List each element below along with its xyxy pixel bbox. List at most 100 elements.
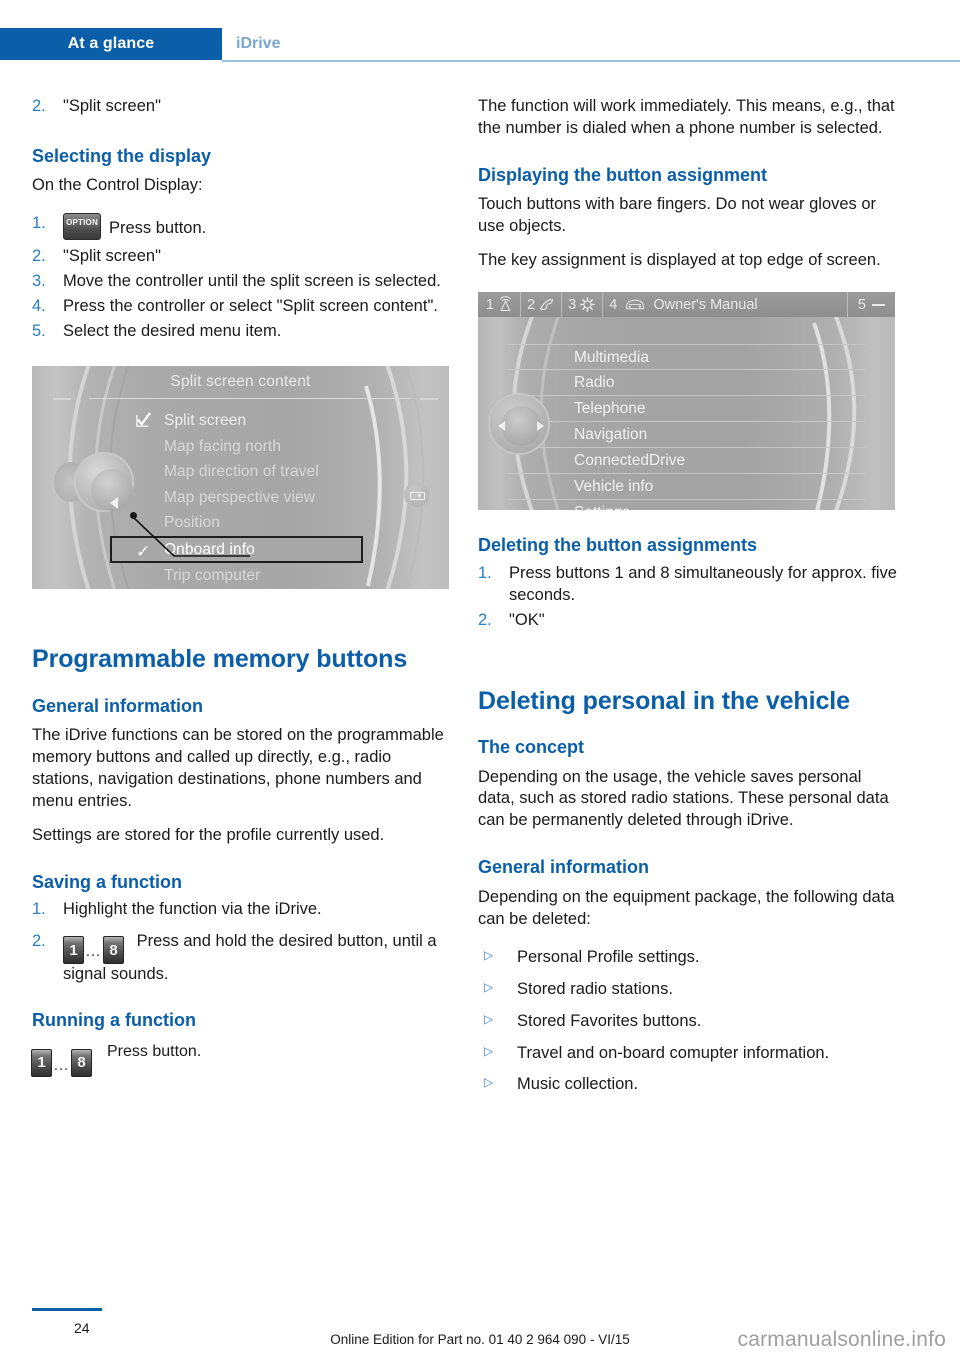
screen-title-divider (89, 398, 411, 400)
arrow-left-icon (498, 421, 505, 432)
tab-number: 5 (857, 296, 866, 313)
tab-number: 4 (609, 296, 618, 313)
site-watermark: carmanualsonline.info (737, 1328, 946, 1351)
memory-button-8-label: 8 (109, 941, 118, 959)
list-item[interactable]: Split screen (136, 408, 396, 434)
screen-body: Multimedia Radio Telephone Navigation Co… (478, 317, 895, 511)
right-column: The function will work immediately. This… (478, 96, 898, 1106)
assignment-tab-2[interactable]: 2 (521, 292, 563, 318)
step-text: Press button. (109, 219, 207, 238)
page-header: At a glance iDrive (0, 28, 960, 62)
knob-inner-disc (91, 469, 133, 512)
step-number: 4. (32, 297, 46, 316)
heading-deleting-personal-in-the-vehicle: Deleting personal in the vehicle (478, 686, 850, 715)
tab-number: 3 (568, 296, 577, 313)
menu-item-label: Map direction of travel (164, 463, 319, 481)
assignment-tab-3[interactable]: 3 (562, 292, 604, 318)
list-item[interactable]: Multimedia (508, 344, 865, 371)
bullet-text: Personal Profile settings. (517, 947, 700, 966)
gear-icon (580, 297, 596, 313)
step-number: 2. (478, 610, 492, 629)
list-item: 2. 1… 8 Press and hold the desired button… (32, 931, 452, 986)
memory-button-8-icon: 8 (103, 935, 124, 964)
list-item: ▷ Personal Profile settings. (478, 947, 898, 969)
list-item[interactable]: Navigation (508, 422, 865, 449)
header-divider (222, 60, 960, 62)
step-text: Move the controller until the split scre… (63, 272, 441, 291)
screenshot-split-screen-content: Split screen content Split screen Map fa… (32, 366, 449, 590)
list-item: ▷ Travel and on-board comupter informatio… (478, 1043, 898, 1065)
breadcrumb-section: iDrive (236, 35, 281, 52)
concept-paragraph: Depending on the usage, the vehicle save… (478, 767, 889, 830)
selecting-display-steps: 1. OPTION Press button. 2. "Split screen… (32, 213, 452, 343)
assignment-tab-5[interactable]: 5 (848, 292, 895, 317)
list-item[interactable]: Map facing north (136, 434, 396, 460)
bullet-text: Music collection. (517, 1075, 639, 1094)
ellipsis: … (85, 942, 102, 960)
menu-item-label: Map facing north (164, 437, 282, 455)
triangle-bullet-icon: ▷ (484, 1075, 494, 1090)
radio-waves-icon (500, 296, 512, 312)
memory-button-1-icon: 1 (63, 935, 84, 964)
running-function-text: Press button. (107, 1043, 202, 1061)
list-item[interactable]: Settings (508, 500, 865, 510)
list-item[interactable]: Map direction of travel (136, 459, 396, 485)
list-item: ▷ Stored Favorites buttons. (478, 1011, 898, 1033)
step-number: 1. (478, 563, 492, 582)
heading-general-information-2: General information (478, 857, 650, 878)
car-front-icon (626, 299, 645, 310)
minus-icon (872, 303, 885, 306)
list-item[interactable]: Radio (508, 370, 865, 397)
general-info-paragraph-1: The iDrive functions can be stored on th… (32, 726, 444, 810)
deletable-data-list: ▷ Personal Profile settings. ▷ Stored radi… (478, 947, 898, 1097)
split-screen-menu-list: Split screen Map facing north Map direct… (110, 408, 396, 589)
step-number: 1. (32, 214, 46, 233)
memory-button-8-label: 8 (77, 1054, 86, 1072)
intro-text: On the Control Display: (32, 176, 203, 195)
memory-button-range-icon: 1 … 8 (31, 1049, 92, 1078)
owners-manual-list: Multimedia Radio Telephone Navigation Co… (508, 344, 865, 510)
heading-general-information: General information (32, 695, 204, 716)
memory-button-8-icon: 8 (71, 1049, 92, 1078)
controller-knob-illustration (54, 446, 140, 518)
screen-title: Split screen content (170, 373, 311, 391)
triangle-bullet-icon: ▷ (484, 1011, 494, 1026)
list-item[interactable]: ConnectedDrive (508, 448, 865, 475)
tab-number: 2 (527, 296, 536, 313)
assignment-tab-4-label: Owner's Manual (653, 296, 758, 313)
list-item: 2. "OK" (478, 610, 898, 632)
list-item: 1. OPTION Press button. (32, 213, 452, 241)
breadcrumb-chapter: At a glance (0, 28, 222, 60)
function-paragraph: The function will work immediately. This… (478, 97, 895, 137)
screen-tick-left (53, 398, 71, 401)
step-text: "OK" (509, 610, 545, 629)
heading-deleting-the-button-assignments: Deleting the button assignments (478, 535, 758, 556)
assignment-tab-4[interactable]: 4 Owner's Manual (603, 292, 848, 318)
knob-outer-ring (488, 393, 550, 456)
left-column: 2. "Split screen" Selecting the display … (31, 96, 452, 1083)
bullet-text: Travel and on-board comupter information… (517, 1043, 830, 1062)
menu-item-label: Map perspective view (164, 488, 316, 506)
footer-rule (32, 1308, 102, 1311)
screen-side-button-icon (404, 482, 430, 509)
bullet-text: Stored Favorites buttons. (517, 1011, 702, 1030)
step-number: 2. (32, 97, 46, 115)
button-assignment-bar: 1 2 3 4 Owner's Manual 5 (478, 292, 895, 318)
checkbox-checked-icon (136, 412, 151, 427)
step-number: 2. (32, 247, 46, 266)
knob-inner-disc (501, 406, 541, 447)
heading-saving-a-function: Saving a function (32, 871, 183, 892)
list-item[interactable]: Telephone (508, 396, 865, 423)
list-item[interactable]: Vehicle info (508, 474, 865, 501)
list-item: 2. "Split screen" (32, 96, 452, 118)
list-item: 1. Highlight the function via the iDrive… (32, 899, 452, 921)
arrow-left-icon (110, 497, 118, 510)
list-item: 5. Select the desired menu item. (32, 321, 452, 343)
heading-running-a-function: Running a function (32, 1009, 196, 1030)
assignment-tab-1[interactable]: 1 (478, 292, 522, 318)
screen-tick-right (420, 398, 438, 401)
step-text: "Split screen" (63, 97, 161, 115)
list-item[interactable]: Map perspective view (136, 485, 396, 511)
list-item[interactable]: Trip computer (136, 563, 396, 589)
list-item: ▷ Music collection. (478, 1074, 898, 1096)
